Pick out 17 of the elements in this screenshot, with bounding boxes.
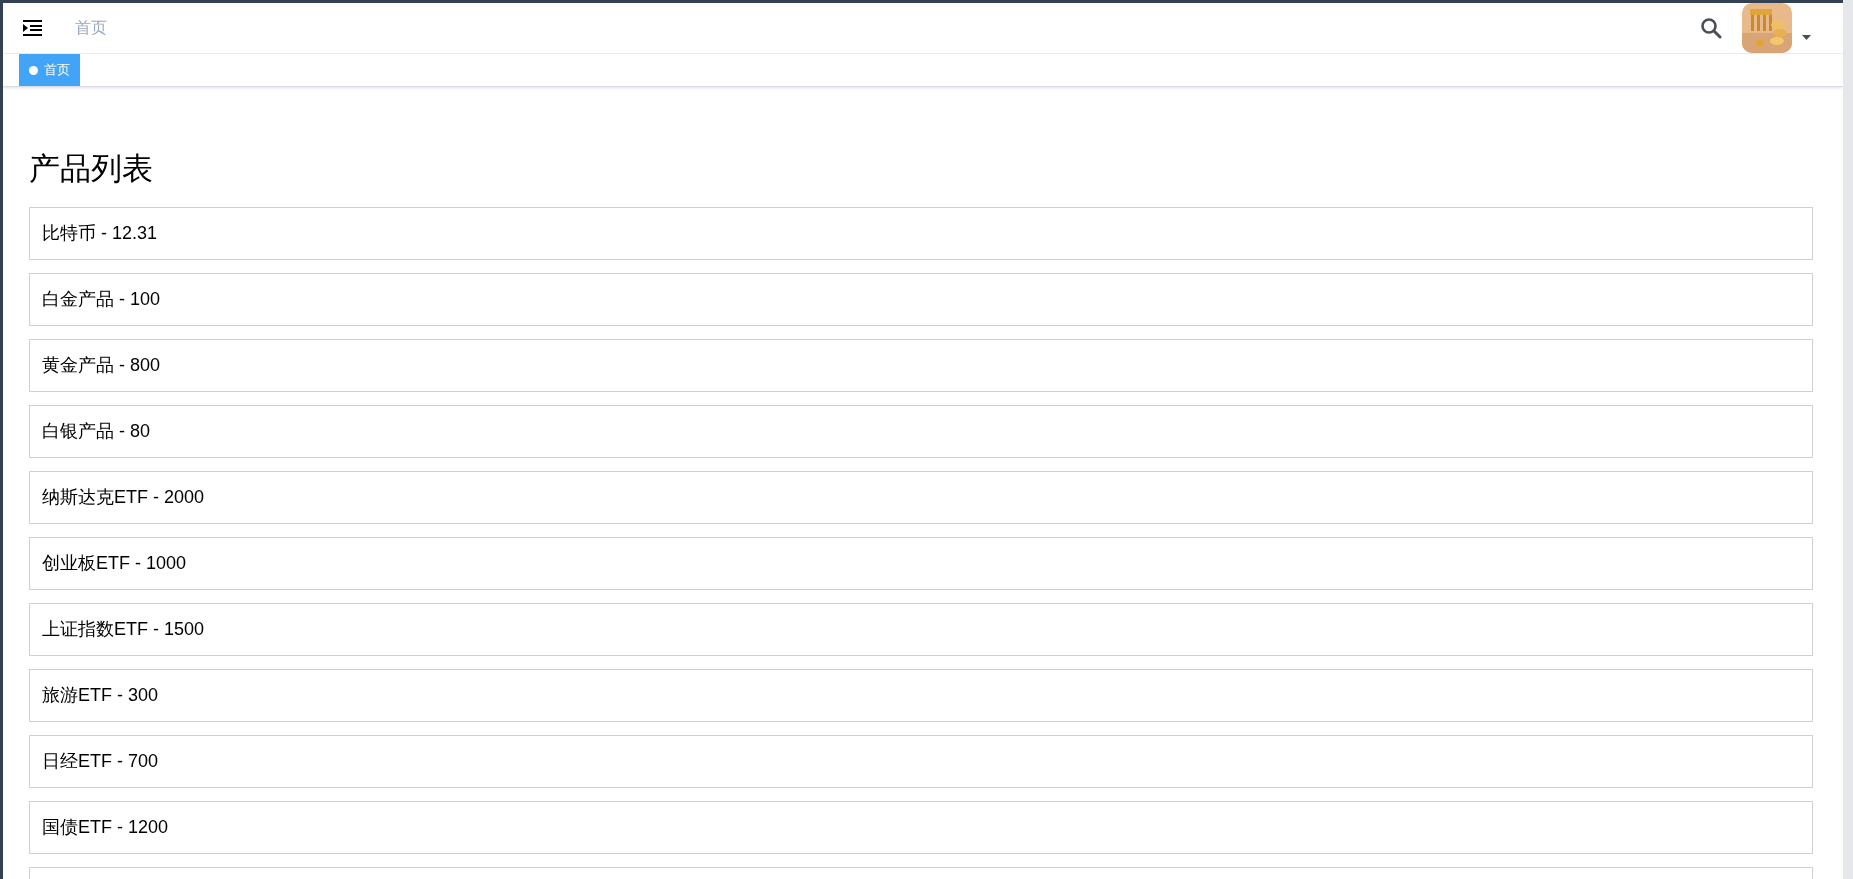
product-item: 白金产品 - 100 <box>29 273 1813 326</box>
scrollbar[interactable] <box>1843 0 1853 879</box>
product-item: 白银产品 - 80 <box>29 405 1813 458</box>
page-title: 产品列表 <box>29 150 154 188</box>
product-item: 日经ETF - 700 <box>29 735 1813 788</box>
product-item: 旅游ETF - 300 <box>29 669 1813 722</box>
product-item: 创业板ETF - 1000 <box>29 537 1813 590</box>
menu-icon[interactable] <box>23 20 42 36</box>
tag-tab[interactable]: 首页 <box>19 54 80 86</box>
caret-icon[interactable] <box>1802 35 1811 41</box>
product-item: 国债ETF - 1200 <box>29 801 1813 854</box>
search-icon[interactable] <box>1700 17 1722 39</box>
product-item: 上证指数ETF - 1500 <box>29 603 1813 656</box>
product-item: 纳斯达克ETF - 2000 <box>29 471 1813 524</box>
product-item: 黄金产品 - 800 <box>29 339 1813 392</box>
product-item: 比特币 - 12.31 <box>29 207 1813 260</box>
breadcrumb-item: 首页 <box>75 18 107 38</box>
